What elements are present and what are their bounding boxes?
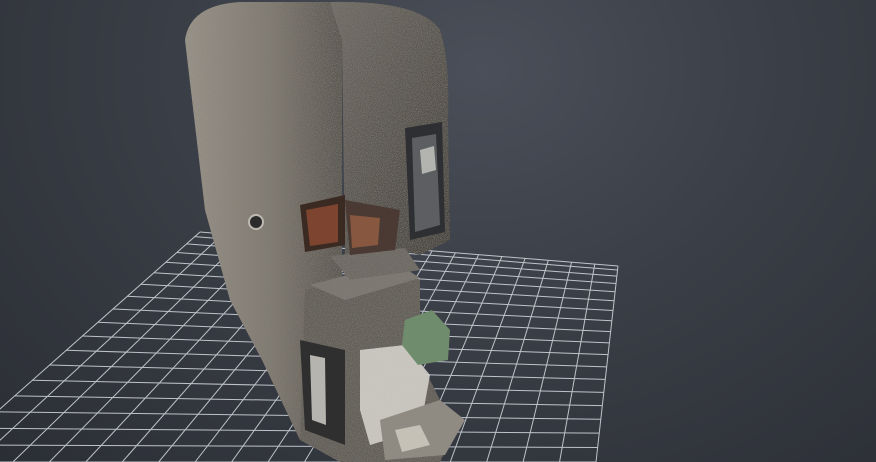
grid-line <box>559 264 596 462</box>
grid-line <box>486 260 549 462</box>
grid-line <box>595 265 619 462</box>
side-door <box>405 122 445 240</box>
grid-line <box>0 233 224 441</box>
grid-line <box>0 444 598 448</box>
grid-line <box>0 231 201 410</box>
bolt-hole <box>248 214 264 230</box>
3d-viewport[interactable] <box>0 0 876 462</box>
grid-line <box>522 262 573 462</box>
grid-line <box>12 235 247 462</box>
point-cloud-scene <box>0 1 619 462</box>
lower-opening <box>300 340 345 445</box>
